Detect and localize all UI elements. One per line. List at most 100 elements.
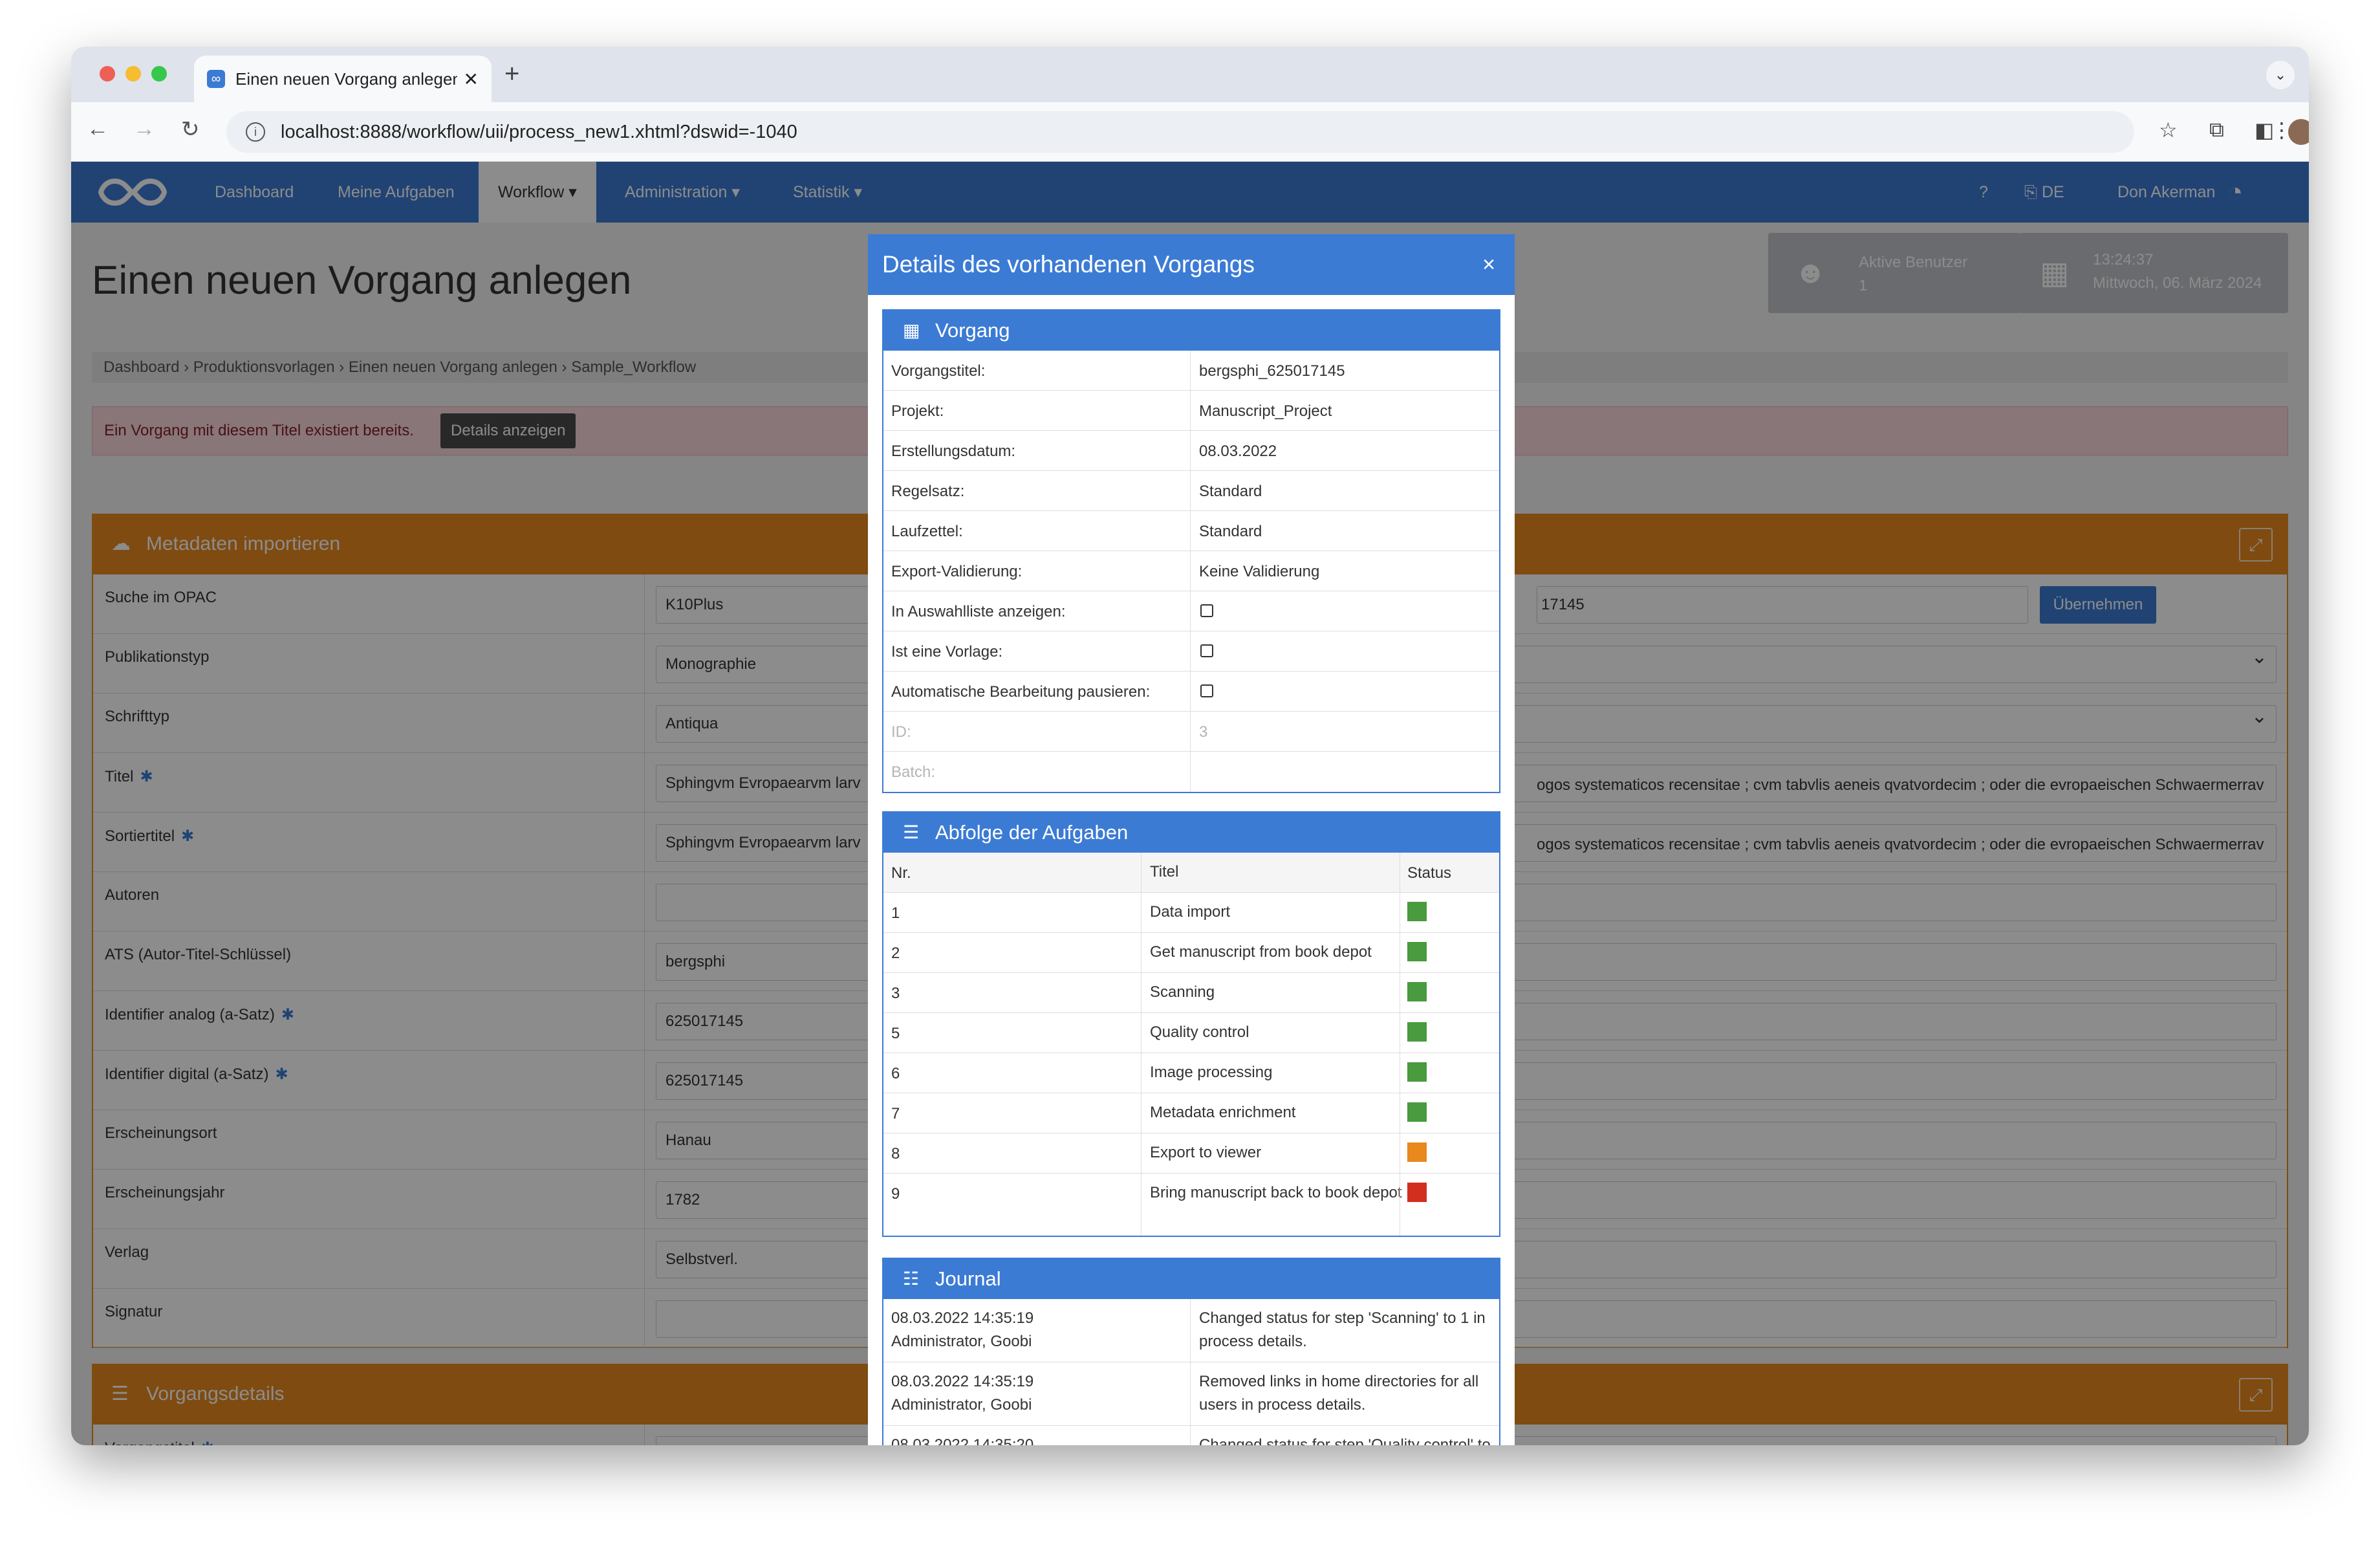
divider	[1190, 1362, 1191, 1425]
task-nr: 7	[891, 1105, 900, 1122]
task-row: 8 Export to viewer	[883, 1133, 1499, 1174]
extensions-icon[interactable]: ⧉	[2209, 118, 2224, 142]
journal-box: ☷ Journal 08.03.2022 14:35:19 Administra…	[882, 1258, 1500, 1445]
batch-label: Batch:	[891, 763, 936, 781]
browser-tab[interactable]: ∞ Einen neuen Vorgang anlegen ✕	[194, 56, 492, 102]
divider	[1190, 631, 1191, 671]
col-nr: Nr.	[891, 864, 911, 882]
browser-window: ∞ Einen neuen Vorgang anlegen ✕ + ⌄ ← → …	[71, 47, 2309, 1445]
task-title: Scanning	[1150, 983, 1215, 1001]
divider	[1190, 351, 1191, 390]
row-value: Standard	[1199, 483, 1262, 500]
address-bar[interactable]: i localhost:8888/workflow/uii/process_ne…	[226, 111, 2134, 153]
task-nr: 8	[891, 1145, 900, 1163]
journal-list-icon: ☷	[903, 1269, 920, 1289]
task-row: 9 Bring manuscript back to book depot	[883, 1174, 1499, 1236]
divider	[1190, 1299, 1191, 1362]
site-info-icon[interactable]: i	[246, 122, 265, 142]
journal-user: Administrator, Goobi	[891, 1333, 1032, 1350]
task-nr: 1	[891, 904, 900, 922]
maximize-window-button[interactable]	[151, 66, 167, 82]
vorgang-row: Vorgangstitel: bergsphi_625017145	[883, 351, 1499, 391]
col-status: Status	[1407, 864, 1452, 882]
col-titel: Titel	[1150, 863, 1179, 880]
status-square	[1407, 1102, 1427, 1122]
tab-search-icon[interactable]: ⌄	[2266, 61, 2295, 89]
journal-text: Changed status for step 'Quality control…	[1199, 1436, 1491, 1445]
task-title: Data import	[1150, 903, 1231, 921]
vorgang-row: Export-Validierung: Keine Validierung	[883, 551, 1499, 591]
journal-meta: 08.03.2022 14:35:20 Administrator, Goobi	[891, 1434, 1189, 1445]
task-nr: 6	[891, 1065, 900, 1082]
divider	[1190, 752, 1191, 792]
new-tab-icon[interactable]: +	[504, 60, 519, 89]
task-status	[1407, 902, 1427, 921]
task-title: Bring manuscript back to book depot	[1150, 1184, 1402, 1201]
journal-text: Changed status for step 'Scanning' to 1 …	[1199, 1309, 1486, 1350]
task-nr: 2	[891, 945, 900, 962]
task-row: 3 Scanning	[883, 973, 1499, 1013]
tasks-box-title: Abfolge der Aufgaben	[935, 821, 1129, 844]
row-key: Projekt:	[891, 402, 944, 420]
modal-header: Details des vorhandenen Vorgangs ×	[868, 234, 1515, 295]
modal-title: Details des vorhandenen Vorgangs	[882, 251, 1255, 278]
row-value: Keine Validierung	[1199, 563, 1320, 580]
row-key: Export-Validierung:	[891, 563, 1022, 580]
checkbox[interactable]	[1200, 644, 1213, 657]
task-nr: 3	[891, 985, 900, 1002]
vorgang-batch-row: Batch:	[883, 752, 1499, 792]
task-status	[1407, 1142, 1427, 1162]
close-tab-icon[interactable]: ✕	[464, 69, 479, 90]
vorgang-box-title: Vorgang	[935, 319, 1010, 342]
task-status	[1407, 942, 1427, 961]
checkbox[interactable]	[1200, 604, 1213, 617]
task-title: Quality control	[1150, 1023, 1250, 1041]
forward-icon[interactable]: →	[133, 116, 155, 142]
status-square	[1407, 1142, 1427, 1162]
tasks-box: ☰ Abfolge der Aufgaben Nr. Titel Status …	[882, 811, 1500, 1237]
status-square	[1407, 1062, 1427, 1082]
journal-date: 08.03.2022 14:35:19	[891, 1373, 1034, 1390]
task-title: Export to viewer	[1150, 1144, 1262, 1161]
journal-box-header: ☷ Journal	[883, 1259, 1499, 1299]
status-square	[1407, 1022, 1427, 1042]
row-key: Laufzettel:	[891, 523, 963, 540]
reload-icon[interactable]: ↻	[181, 116, 200, 142]
row-key: Regelsatz:	[891, 483, 965, 500]
task-status	[1407, 1062, 1427, 1082]
journal-date: 08.03.2022 14:35:19	[891, 1309, 1034, 1327]
status-square	[1407, 1183, 1427, 1202]
vorgang-id-row: ID: 3	[883, 712, 1499, 752]
vorgang-row: Laufzettel: Standard	[883, 511, 1499, 551]
vorgang-rows: Vorgangstitel: bergsphi_625017145 Projek…	[883, 351, 1499, 591]
checkbox[interactable]	[1200, 684, 1213, 697]
task-title: Get manuscript from book depot	[1150, 943, 1372, 961]
back-icon[interactable]: ←	[87, 116, 109, 142]
tasks-table-body: 1 Data import 2 Get manuscript from book…	[883, 893, 1499, 1236]
vorgang-row: Regelsatz: Standard	[883, 471, 1499, 511]
bookmark-star-icon[interactable]: ☆	[2159, 118, 2178, 142]
browser-menu-icon[interactable]: ⋮	[2271, 118, 2292, 142]
journal-entry: 08.03.2022 14:35:20 Administrator, Goobi…	[883, 1426, 1499, 1445]
close-icon[interactable]: ×	[1482, 234, 1495, 295]
row-key: Automatische Bearbeitung pausieren:	[891, 683, 1151, 701]
vorgang-check-row: In Auswahlliste anzeigen:	[883, 591, 1499, 631]
list-icon: ☰	[903, 822, 920, 842]
task-title: Image processing	[1150, 1064, 1273, 1081]
task-status	[1407, 1022, 1427, 1042]
row-key: In Auswahlliste anzeigen:	[891, 603, 1066, 620]
journal-rows: 08.03.2022 14:35:19 Administrator, Goobi…	[883, 1299, 1499, 1445]
minimize-window-button[interactable]	[125, 66, 141, 82]
table-icon: ▦	[903, 320, 920, 340]
task-row: 5 Quality control	[883, 1013, 1499, 1053]
divider	[1190, 712, 1191, 751]
task-row: 6 Image processing	[883, 1053, 1499, 1093]
row-value: Manuscript_Project	[1199, 402, 1332, 420]
task-nr: 9	[891, 1185, 900, 1203]
close-window-button[interactable]	[100, 66, 115, 82]
journal-meta: 08.03.2022 14:35:19 Administrator, Goobi	[891, 1370, 1189, 1417]
status-square	[1407, 982, 1427, 1001]
task-row: 7 Metadata enrichment	[883, 1093, 1499, 1133]
divider	[1190, 431, 1191, 470]
task-title: Metadata enrichment	[1150, 1104, 1296, 1121]
